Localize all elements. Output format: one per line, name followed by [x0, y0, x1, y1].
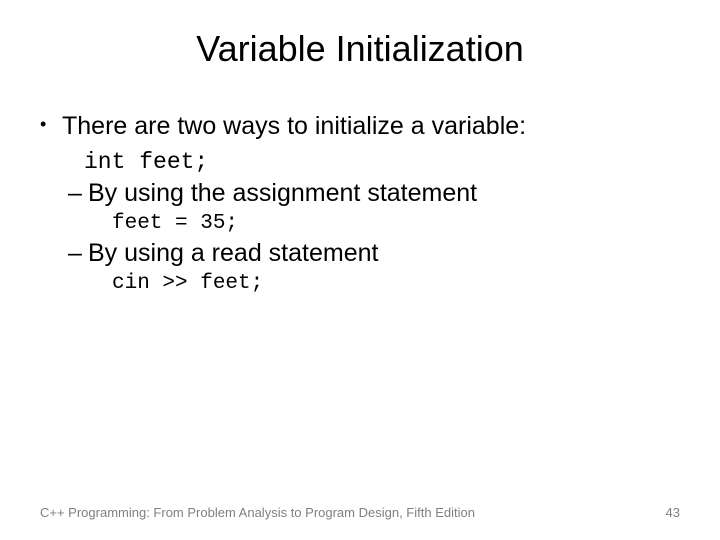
- footer: C++ Programming: From Problem Analysis t…: [40, 505, 680, 520]
- sub-bullet-1-text: By using the assignment statement: [88, 179, 477, 207]
- slide-content: • There are two ways to initialize a var…: [40, 112, 680, 295]
- slide-title: Variable Initialization: [40, 28, 680, 70]
- code-read: cin >> feet;: [40, 272, 680, 295]
- bullet-intro: • There are two ways to initialize a var…: [40, 112, 680, 141]
- sub-bullet-2: By using a read statement: [40, 239, 680, 268]
- footer-book-title: C++ Programming: From Problem Analysis t…: [40, 505, 475, 520]
- intro-text: There are two ways to initialize a varia…: [62, 112, 526, 140]
- slide: Variable Initialization • There are two …: [0, 0, 720, 540]
- bullet-dot: •: [40, 114, 46, 135]
- sub-bullet-2-text: By using a read statement: [88, 239, 378, 267]
- page-number: 43: [666, 505, 680, 520]
- code-declaration: int feet;: [40, 149, 680, 175]
- code-assignment: feet = 35;: [40, 212, 680, 235]
- sub-bullet-1: By using the assignment statement: [40, 179, 680, 208]
